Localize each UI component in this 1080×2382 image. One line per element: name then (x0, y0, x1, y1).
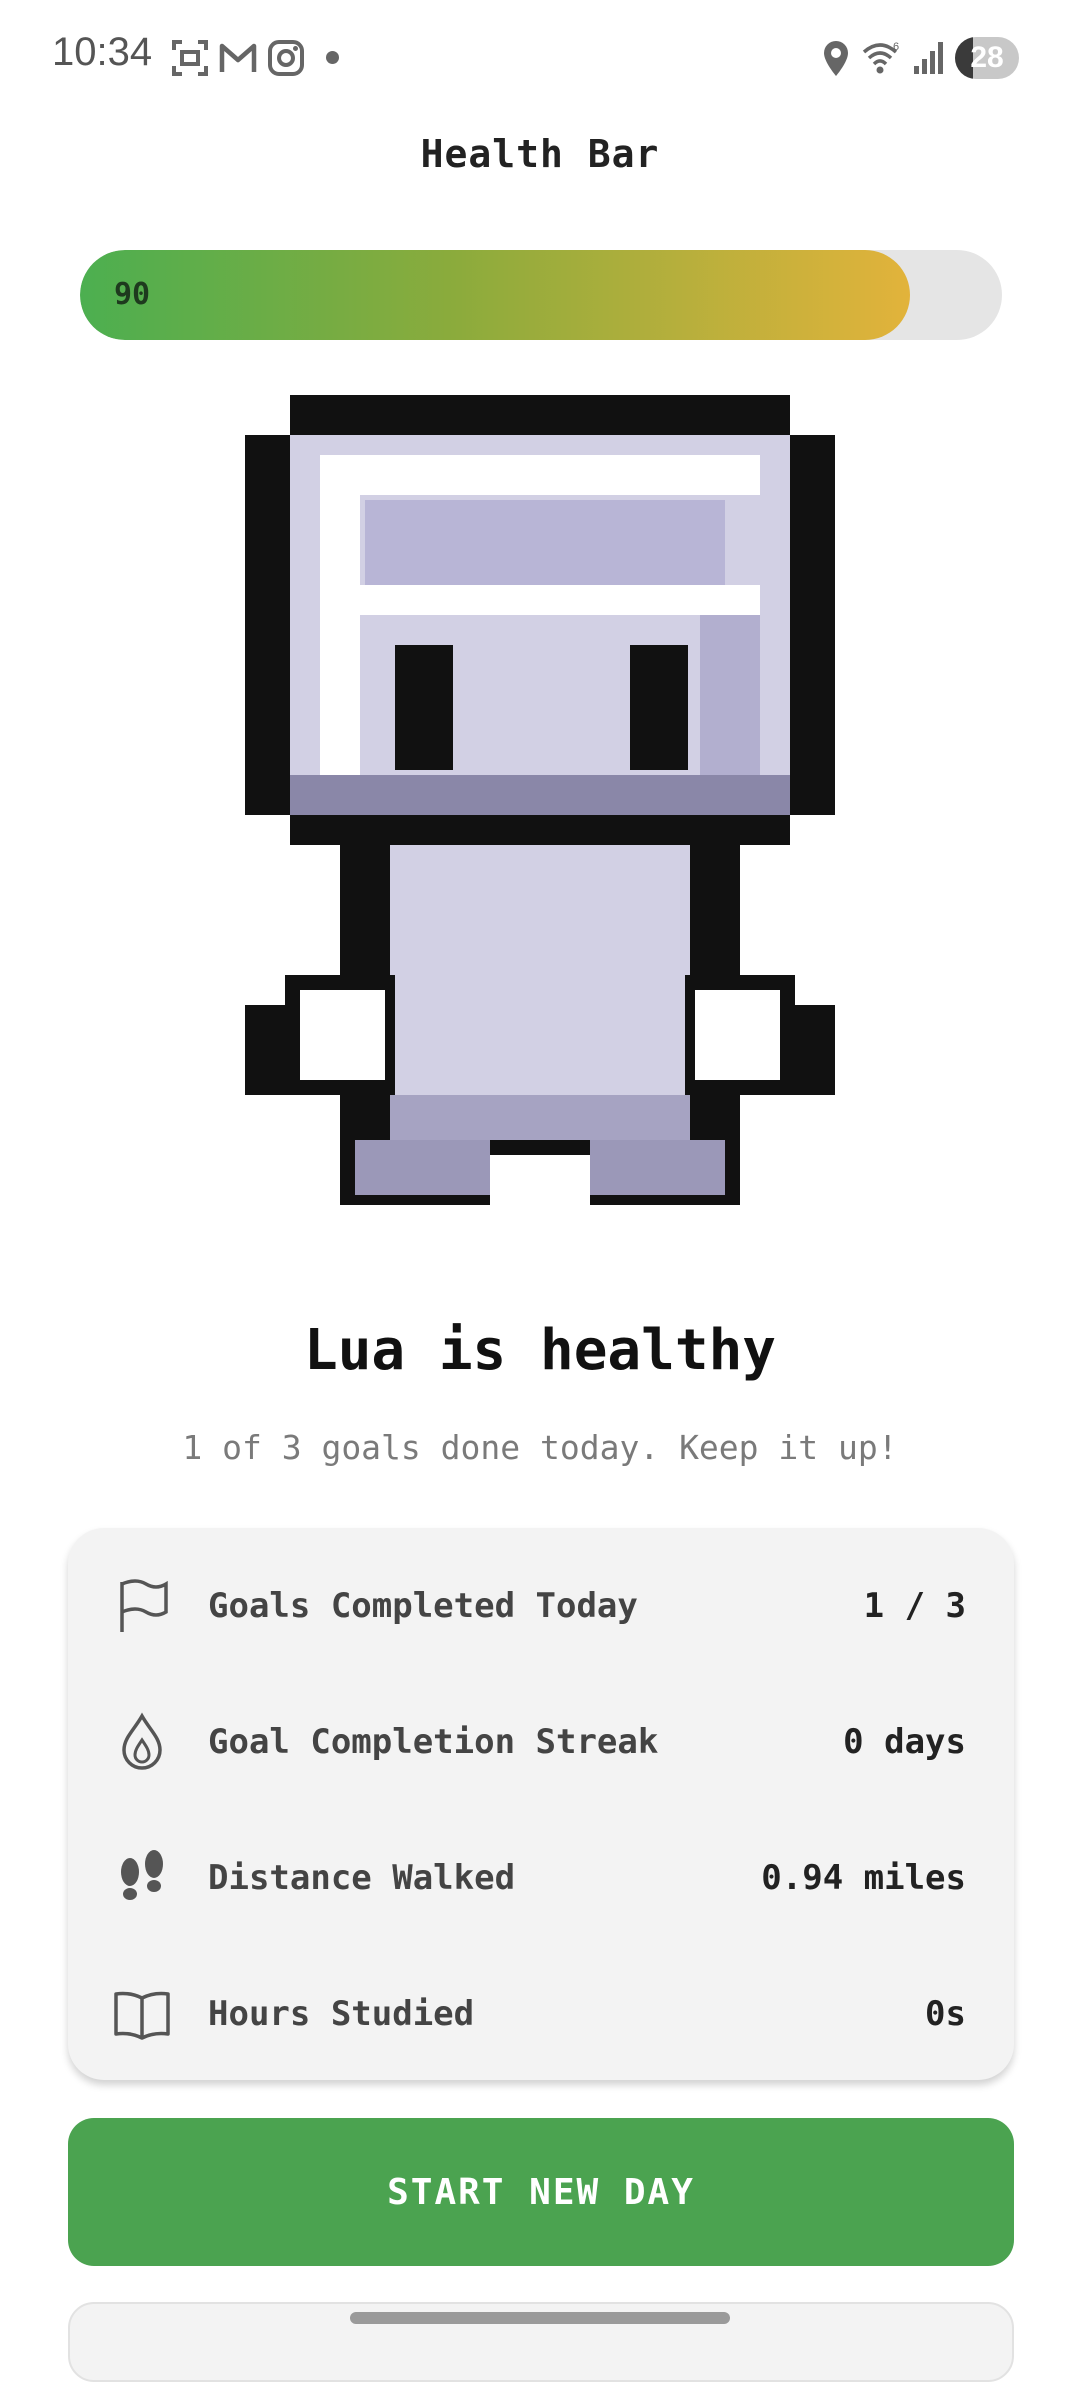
health-bar-fill (80, 250, 910, 340)
status-bar: 10:34 6 28 (0, 0, 1080, 115)
battery-level: 28 (970, 41, 1004, 74)
health-bar: 90 (80, 250, 1002, 340)
stats-card: Goals Completed Today 1 / 3 Goal Complet… (68, 1528, 1014, 2080)
stat-label: Goal Completion Streak (208, 1722, 659, 1762)
stat-row-hours-studied: Hours Studied 0s (68, 1946, 1014, 2082)
pixel-robot-character (245, 395, 835, 1205)
footprints-icon (121, 1850, 163, 1900)
gmail-icon (219, 43, 257, 72)
stat-label: Goals Completed Today (208, 1586, 638, 1626)
stat-label: Hours Studied (208, 1994, 475, 2034)
battery-indicator: 28 (955, 37, 1019, 79)
stat-value: 0s (925, 1994, 966, 2034)
instagram-icon (268, 40, 304, 76)
svg-text:6: 6 (893, 41, 899, 53)
signal-icon (914, 42, 943, 74)
flame-icon (122, 1712, 162, 1770)
stat-row-distance: Distance Walked 0.94 miles (68, 1810, 1014, 1946)
health-value: 90 (114, 277, 151, 312)
page-title: Health Bar (420, 132, 660, 176)
health-status-subtext: 1 of 3 goals done today. Keep it up! (182, 1428, 898, 1467)
stat-row-streak: Goal Completion Streak 0 days (68, 1674, 1014, 1810)
stat-row-goals-completed: Goals Completed Today 1 / 3 (68, 1538, 1014, 1674)
home-indicator[interactable] (350, 2312, 730, 2324)
screenshot-icon (172, 40, 208, 76)
location-icon (824, 41, 848, 76)
stat-value: 1 / 3 (863, 1586, 966, 1626)
status-time: 10:34 (52, 30, 153, 74)
flag-icon (120, 1579, 168, 1632)
start-new-day-button[interactable]: START NEW DAY (68, 2118, 1014, 2266)
stat-value: 0.94 miles (761, 1858, 966, 1898)
stat-label: Distance Walked (208, 1858, 516, 1898)
notification-dot-icon (326, 51, 339, 64)
health-status-heading: Lua is healthy (303, 1318, 776, 1383)
stat-value: 0 days (843, 1722, 966, 1762)
book-icon (114, 1991, 170, 2040)
wifi-icon: 6 (862, 41, 899, 74)
